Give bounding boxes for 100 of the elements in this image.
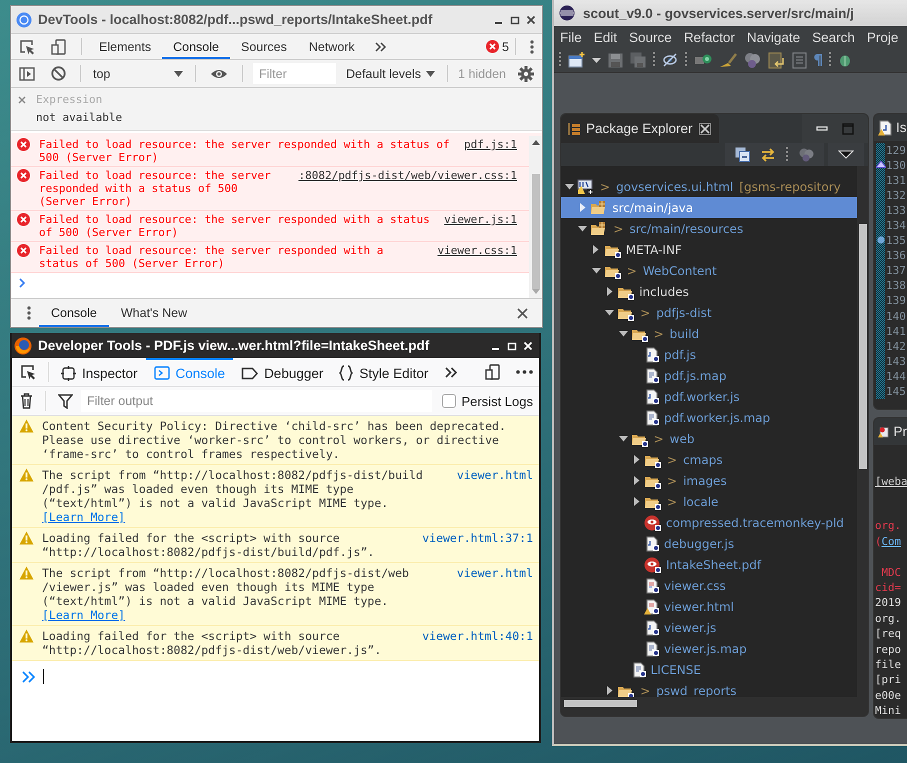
maximize-icon[interactable] <box>510 14 520 24</box>
inspect-element-icon[interactable] <box>19 38 35 54</box>
scrollbar[interactable] <box>529 136 542 298</box>
kebab-menu-icon[interactable] <box>530 40 534 54</box>
tree-item[interactable]: includes <box>561 281 857 302</box>
menu-item[interactable]: Edit <box>594 30 618 44</box>
tree-item[interactable]: > govservices.ui.html [gsms-repository <box>561 176 857 197</box>
tree-item[interactable]: viewer.css <box>561 575 857 596</box>
drawer-tab[interactable]: Console <box>39 299 109 327</box>
tree-item[interactable]: > locale <box>561 491 857 512</box>
document-list-icon[interactable] <box>792 52 807 68</box>
caret-right-icon[interactable] <box>606 686 613 695</box>
view-menu-icon[interactable] <box>838 150 854 160</box>
collapse-all-icon[interactable] <box>735 147 750 162</box>
import-file-icon[interactable] <box>768 52 785 68</box>
caret-right-icon[interactable] <box>593 245 600 254</box>
tree-item[interactable]: pdf.js <box>561 344 857 365</box>
tree-item[interactable]: > cmaps <box>561 449 857 470</box>
menu-item[interactable]: File <box>560 30 582 44</box>
caret-down-icon[interactable] <box>605 310 614 316</box>
element-picker-icon[interactable] <box>20 364 36 380</box>
log-levels-dropdown[interactable]: Default levels <box>340 66 442 80</box>
caret-right-icon[interactable] <box>634 455 640 464</box>
close-icon[interactable] <box>526 14 536 24</box>
tree-item[interactable]: > src/main/resources <box>561 218 857 239</box>
settings-icon[interactable] <box>518 66 534 82</box>
tree-item[interactable]: > build <box>561 323 857 344</box>
tool-tab[interactable]: Style Editor <box>331 358 436 386</box>
menu-item[interactable]: Navigate <box>746 30 800 44</box>
link-arrows-icon[interactable] <box>760 148 776 162</box>
close-icon[interactable] <box>698 122 711 134</box>
menu-item[interactable]: Source <box>629 30 672 44</box>
caret-down-icon[interactable] <box>565 184 574 190</box>
new-window-icon[interactable] <box>568 52 585 68</box>
kebab-menu-icon[interactable] <box>27 306 31 320</box>
panel-tab[interactable]: Sources <box>230 34 298 59</box>
tool-tab[interactable]: Inspector <box>53 358 146 386</box>
learn-more-link[interactable]: [Learn More] <box>42 608 126 622</box>
tree-item[interactable]: src/main/java <box>561 197 857 218</box>
beetle-icon[interactable] <box>838 53 852 67</box>
tree-item[interactable]: META-INF <box>561 239 857 260</box>
more-tools-icon[interactable] <box>444 366 458 378</box>
caret-down-icon[interactable] <box>592 268 601 274</box>
crossed-eye-icon[interactable] <box>662 53 678 67</box>
editor-tab[interactable]: Is <box>874 114 907 141</box>
responsive-design-icon[interactable] <box>485 364 500 380</box>
source-link[interactable]: viewer.html <box>456 468 533 482</box>
tree-item[interactable]: pdf.worker.js.map <box>561 407 857 428</box>
tree-item[interactable]: > web <box>561 428 857 449</box>
panel-tab[interactable]: Network <box>298 34 366 59</box>
menu-item[interactable]: Search <box>812 30 855 44</box>
source-link[interactable]: viewer.js:1 <box>444 213 517 226</box>
context-dropdown[interactable]: top <box>87 64 189 84</box>
tree-item[interactable]: viewer.js.map <box>561 638 857 659</box>
tree-item[interactable]: IntakeSheet.pdf <box>561 554 857 575</box>
view-tab[interactable]: Package Explorer <box>561 114 719 143</box>
device-toolbar-icon[interactable] <box>51 38 67 54</box>
drawer-tab[interactable]: What's New <box>108 299 200 327</box>
tool-tab[interactable]: Debugger <box>233 358 332 386</box>
sidebar-toggle-icon[interactable] <box>19 66 35 80</box>
eye-icon[interactable] <box>210 68 228 80</box>
checkbox[interactable] <box>442 394 456 408</box>
source-link[interactable]: viewer.html <box>456 566 533 580</box>
filter-field[interactable]: Filter <box>252 63 336 84</box>
caret-right-icon[interactable] <box>634 476 640 485</box>
panel-tab[interactable]: Elements <box>88 34 162 59</box>
source-link[interactable]: :8082/pdfjs-dist/web/viewer.css:1 <box>298 169 517 182</box>
tree-item[interactable]: pdf.js.map <box>561 365 857 386</box>
source-link[interactable]: pdf.js:1 <box>464 138 517 151</box>
caret-down-icon[interactable] <box>618 436 628 442</box>
caret-right-icon[interactable] <box>606 287 613 296</box>
tree-item[interactable]: > images <box>561 470 857 491</box>
menu-item[interactable]: Refactor <box>684 30 735 44</box>
caret-down-icon[interactable] <box>578 226 588 232</box>
spheres-icon[interactable] <box>798 148 814 162</box>
source-link[interactable]: viewer.css:1 <box>438 244 517 257</box>
close-icon[interactable] <box>517 308 528 318</box>
tree-item[interactable]: viewer.js <box>561 617 857 638</box>
brush-icon[interactable] <box>719 52 737 68</box>
source-link[interactable]: viewer.html:40:1 <box>422 629 533 643</box>
scrollbar[interactable] <box>561 697 868 716</box>
tree-item[interactable]: compressed.tracemonkey-pld <box>561 512 857 533</box>
caret-right-icon[interactable] <box>634 497 640 506</box>
clear-console-icon[interactable] <box>51 66 66 81</box>
paragraph-mark-icon[interactable] <box>814 54 822 66</box>
spheres-icon[interactable] <box>744 52 761 68</box>
filter-output-field[interactable]: Filter output <box>81 390 432 412</box>
more-tabs-icon[interactable] <box>374 40 388 52</box>
scrollbar[interactable] <box>857 166 868 697</box>
trash-icon[interactable] <box>20 393 33 409</box>
output-view-tab[interactable]: Pr <box>874 418 907 445</box>
tree-item[interactable]: > WebContent <box>561 260 857 281</box>
learn-more-link[interactable]: [Learn More] <box>42 510 126 524</box>
caret-down-icon[interactable] <box>618 330 628 336</box>
tree-item[interactable]: debugger.js <box>561 533 857 554</box>
tree-item[interactable]: > pdfjs-dist <box>561 302 857 323</box>
more-options-icon[interactable] <box>516 370 533 374</box>
source-link[interactable]: viewer.html:37:1 <box>422 531 533 545</box>
tree-item[interactable]: pdf.worker.js <box>561 386 857 407</box>
menu-item[interactable]: Proje <box>866 30 898 44</box>
